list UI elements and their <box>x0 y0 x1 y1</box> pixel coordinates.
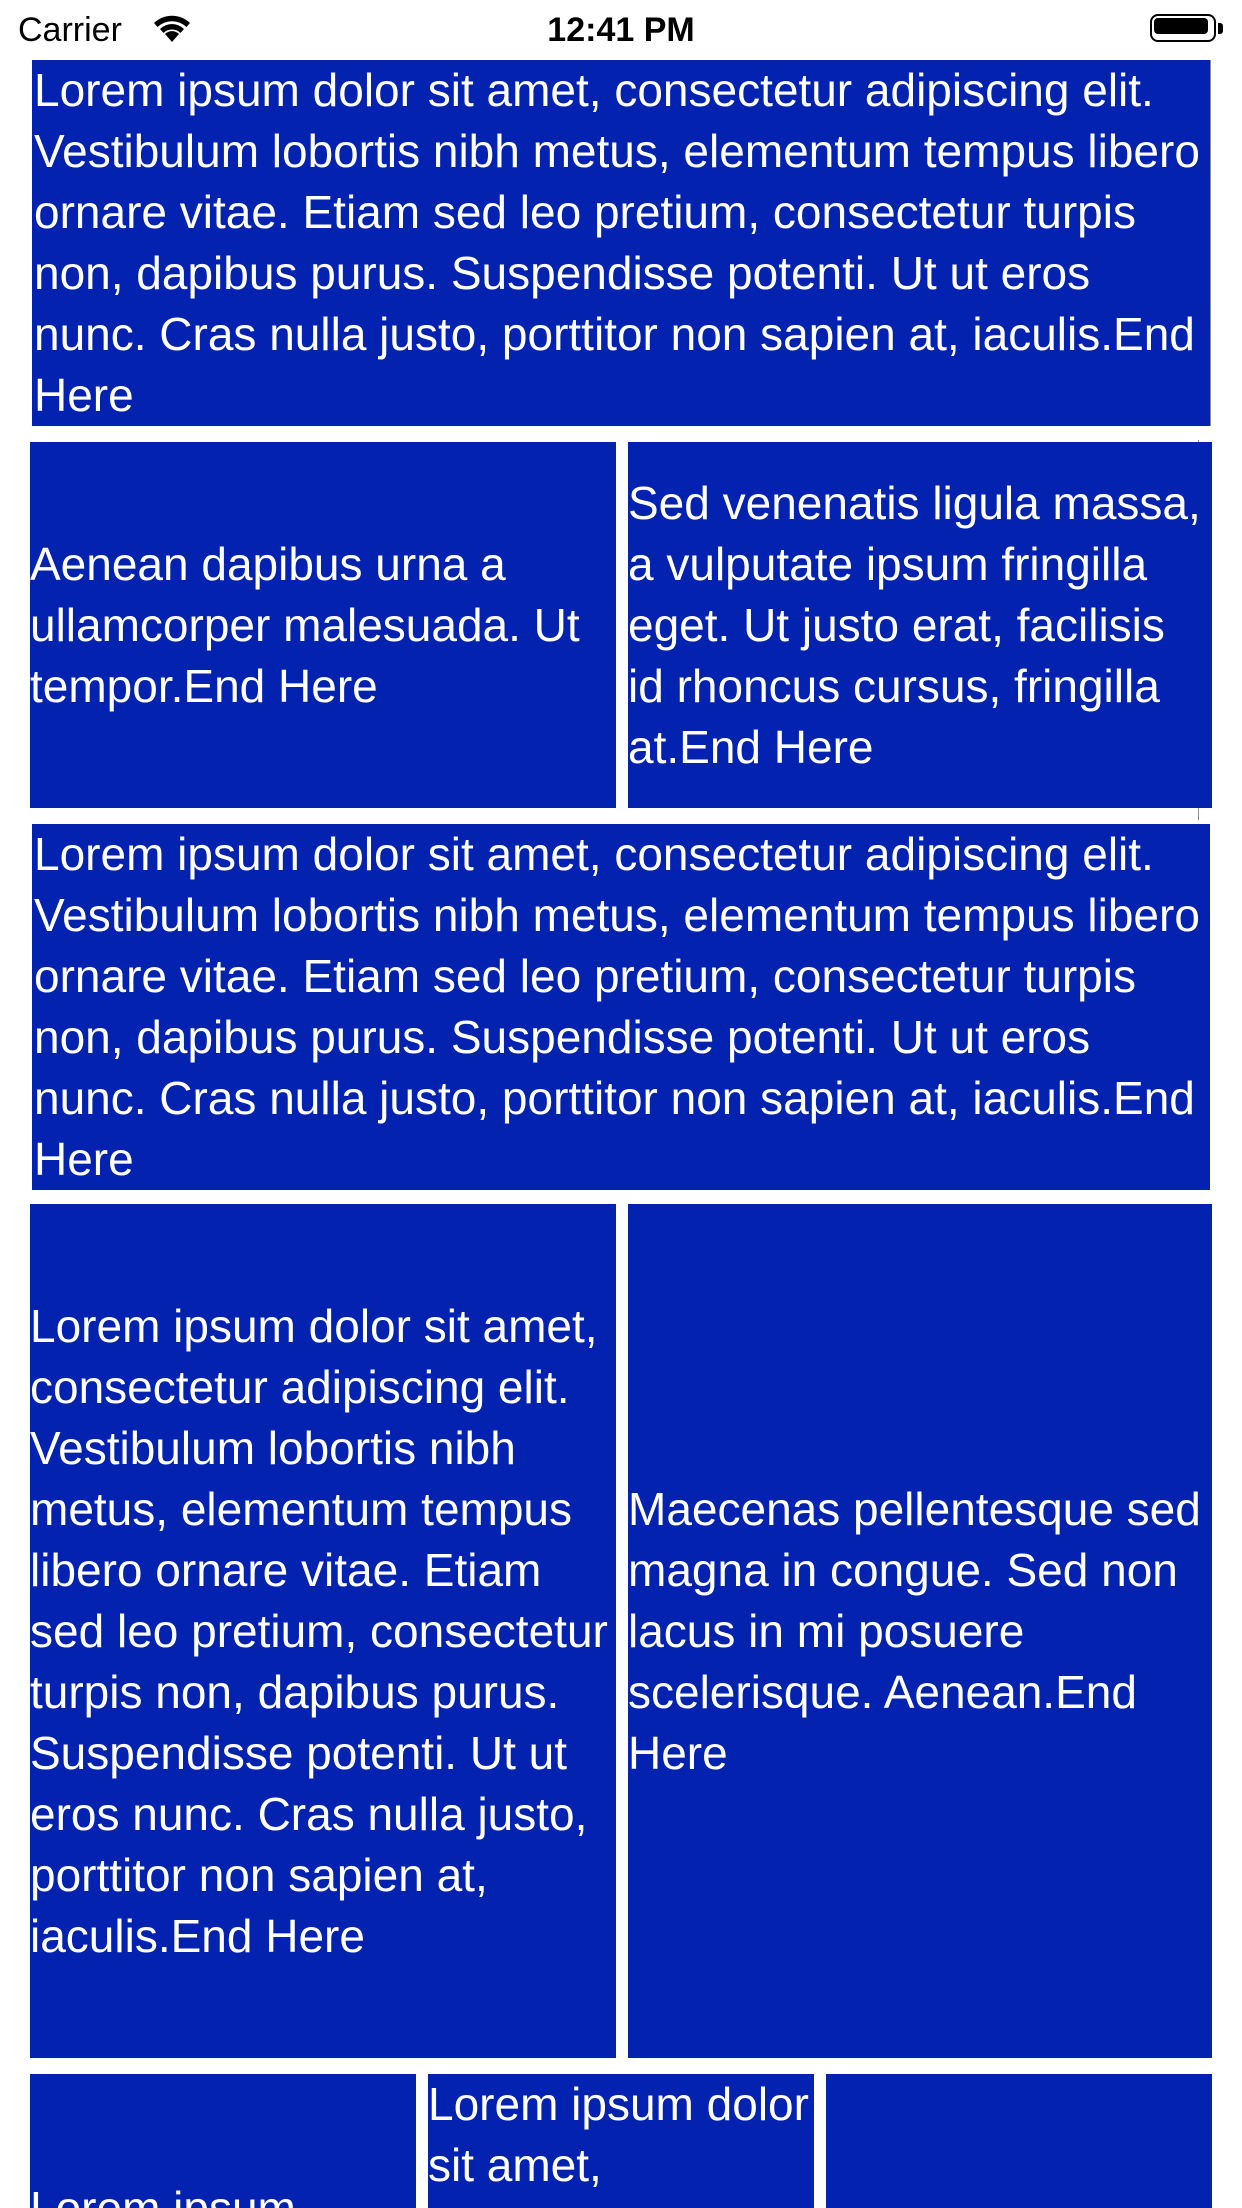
collection-cell[interactable]: Sed venenatis ligula massa, a vulputate … <box>628 442 1212 808</box>
collection-cell[interactable]: Lorem ipsum <box>30 2074 416 2208</box>
collection-cell[interactable]: Lorem ipsum dolor sit amet, consectetur … <box>30 1204 616 2058</box>
cell-text: Lorem ipsum dolor sit amet, consectetur … <box>34 828 1200 1185</box>
cell-text: Lorem ipsum dolor sit amet, consectetur … <box>34 64 1200 421</box>
cell-text: Lorem ipsum <box>30 2182 296 2208</box>
status-bar: Carrier 12:41 PM <box>0 0 1242 60</box>
battery-level-fill <box>1154 18 1208 34</box>
cell-text: Sed venenatis ligula massa, a vulputate … <box>628 476 1201 773</box>
divider-line <box>1210 60 1211 426</box>
cell-text: Lorem ipsum dolor sit amet, <box>428 2078 809 2191</box>
status-time: 12:41 PM <box>547 11 695 49</box>
battery-icon <box>1150 14 1228 46</box>
cell-text: Lorem ipsum dolor sit amet, consectetur … <box>30 1299 608 1962</box>
cell-text: Maecenas pellentesque sed magna in congu… <box>628 1482 1201 1779</box>
collection-cell[interactable]: Aenean dapibus urna a ullamcorper malesu… <box>30 442 616 808</box>
cell-text: Aenean dapibus urna a ullamcorper malesu… <box>30 537 580 712</box>
collection-cell[interactable]: Maecenas pellentesque sed magna in congu… <box>628 1204 1212 2058</box>
collection-cell[interactable]: Lorem ipsum dolor sit amet, <box>428 2074 814 2208</box>
collection-cell[interactable] <box>826 2074 1212 2208</box>
collection-cell[interactable]: Lorem ipsum dolor sit amet, consectetur … <box>32 60 1210 426</box>
collection-cell[interactable]: Lorem ipsum dolor sit amet, consectetur … <box>32 824 1210 1190</box>
